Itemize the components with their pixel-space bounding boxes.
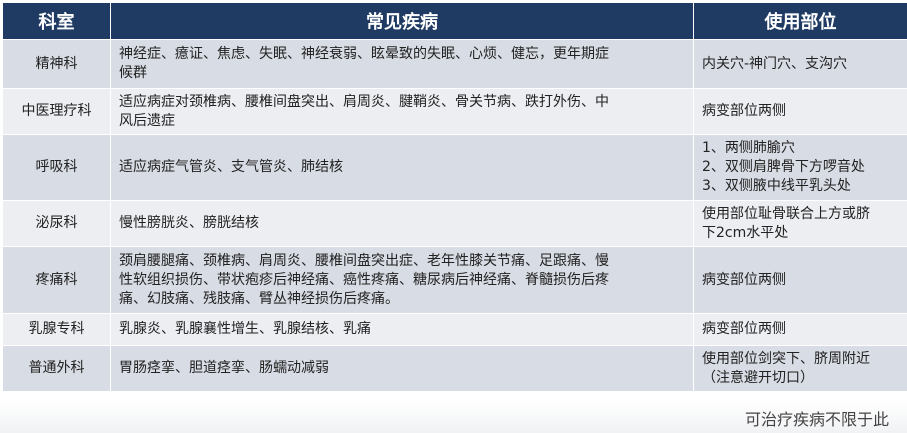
table-row: 泌尿科 慢性膀胱炎、膀胱结核 使用部位耻骨联合上方或脐 下2cm水平处 xyxy=(2,200,907,247)
disease-line: 性软组织损伤、带状疱疹后神经痛、癌性疼痛、糖尿病后神经痛、脊髓损伤后疼 xyxy=(119,271,609,288)
header-diseases: 常见疾病 xyxy=(110,2,694,40)
page: 科室 常见疾病 使用部位 精神科 神经症、癔证、焦虑、失眠、神经衰弱、眩晕致的失… xyxy=(0,0,907,433)
site-line: 2、双侧肩脾骨下方啰音处 xyxy=(702,159,865,175)
site-line: 内关穴-神门穴、支沟穴 xyxy=(702,55,848,72)
site-cell: 1、两侧肺腧穴 2、双侧肩脾骨下方啰音处 3、双侧腋中线平乳头处 xyxy=(693,134,907,201)
site-cell: 使用部位耻骨联合上方或脐 下2cm水平处 xyxy=(693,200,907,247)
site-line: 下2cm水平处 xyxy=(702,224,789,241)
disease-cell: 乳腺炎、乳腺襄性增生、乳腺结核、乳痛 xyxy=(110,313,694,346)
department-cell: 中医理疗科 xyxy=(2,88,111,135)
disease-line: 胃肠痉挛、胆道痉挛、肠蠕动减弱 xyxy=(119,360,329,376)
therapy-table: 科室 常见疾病 使用部位 精神科 神经症、癔证、焦虑、失眠、神经衰弱、眩晕致的失… xyxy=(2,2,907,392)
department-cell: 泌尿科 xyxy=(2,200,111,247)
table-row: 呼吸科 适应病症气管炎、支气管炎、肺结核 1、两侧肺腧穴 2、双侧肩脾骨下方啰音… xyxy=(2,134,907,201)
department-cell: 普通外科 xyxy=(2,345,111,392)
footnote: 可治疗疾病不限于此 xyxy=(744,410,889,429)
header-department: 科室 xyxy=(2,2,111,40)
disease-line: 适应病症对颈椎病、腰椎间盘突出、肩周炎、腱鞘炎、骨关节病、跌打外伤、中 xyxy=(119,93,609,110)
table-row: 精神科 神经症、癔证、焦虑、失眠、神经衰弱、眩晕致的失眠、心烦、健忘，更年期症 … xyxy=(2,39,907,89)
site-cell: 病变部位两侧 xyxy=(693,246,907,314)
disease-line: 候群 xyxy=(119,65,147,81)
department-cell: 呼吸科 xyxy=(2,134,111,201)
department-cell: 乳腺专科 xyxy=(2,313,111,346)
table-row: 普通外科 胃肠痉挛、胆道痉挛、肠蠕动减弱 使用部位剑突下、脐周附近 （注意避开切… xyxy=(2,345,907,392)
site-cell: 内关穴-神门穴、支沟穴 xyxy=(693,39,907,89)
disease-line: 慢性膀胱炎、膀胱结核 xyxy=(119,215,259,231)
site-line: 病变部位两侧 xyxy=(702,271,786,288)
table-row: 中医理疗科 适应病症对颈椎病、腰椎间盘突出、肩周炎、腱鞘炎、骨关节病、跌打外伤、… xyxy=(2,88,907,135)
table-header-row: 科室 常见疾病 使用部位 xyxy=(2,2,907,40)
site-line: （注意避开切口） xyxy=(702,369,814,386)
disease-cell: 颈肩腰腿痛、颈椎病、肩周炎、腰椎间盘突出症、老年性膝关节痛、足跟痛、慢 性软组织… xyxy=(110,246,694,314)
disease-cell: 神经症、癔证、焦虑、失眠、神经衰弱、眩晕致的失眠、心烦、健忘，更年期症 候群 xyxy=(110,39,694,89)
disease-line: 颈肩腰腿痛、颈椎病、肩周炎、腰椎间盘突出症、老年性膝关节痛、足跟痛、慢 xyxy=(119,252,609,269)
disease-cell: 胃肠痉挛、胆道痉挛、肠蠕动减弱 xyxy=(110,345,694,392)
header-site: 使用部位 xyxy=(693,2,907,40)
site-cell: 使用部位剑突下、脐周附近 （注意避开切口） xyxy=(693,345,907,392)
site-line: 病变部位两侧 xyxy=(702,103,786,119)
site-line: 使用部位剑突下、脐周附近 xyxy=(702,350,870,367)
table-row: 乳腺专科 乳腺炎、乳腺襄性增生、乳腺结核、乳痛 病变部位两侧 xyxy=(2,313,907,346)
disease-cell: 适应病症对颈椎病、腰椎间盘突出、肩周炎、腱鞘炎、骨关节病、跌打外伤、中 风后遗症 xyxy=(110,88,694,135)
disease-line: 适应病症气管炎、支气管炎、肺结核 xyxy=(119,159,343,175)
department-cell: 精神科 xyxy=(2,39,111,89)
site-line: 3、双侧腋中线平乳头处 xyxy=(702,178,851,194)
site-cell: 病变部位两侧 xyxy=(693,88,907,135)
disease-line: 乳腺炎、乳腺襄性增生、乳腺结核、乳痛 xyxy=(119,321,371,337)
disease-cell: 适应病症气管炎、支气管炎、肺结核 xyxy=(110,134,694,201)
table-row: 疼痛科 颈肩腰腿痛、颈椎病、肩周炎、腰椎间盘突出症、老年性膝关节痛、足跟痛、慢 … xyxy=(2,246,907,314)
site-line: 1、两侧肺腧穴 xyxy=(702,140,795,156)
disease-cell: 慢性膀胱炎、膀胱结核 xyxy=(110,200,694,247)
disease-line: 风后遗症 xyxy=(119,112,175,129)
department-cell: 疼痛科 xyxy=(2,246,111,314)
site-line: 病变部位两侧 xyxy=(702,321,786,337)
disease-line: 神经症、癔证、焦虑、失眠、神经衰弱、眩晕致的失眠、心烦、健忘，更年期症 xyxy=(119,46,609,62)
site-cell: 病变部位两侧 xyxy=(693,313,907,346)
disease-line: 痛、幻肢痛、残肢痛、臂丛神经损伤后疼痛。 xyxy=(119,290,399,307)
site-line: 使用部位耻骨联合上方或脐 xyxy=(702,205,870,222)
